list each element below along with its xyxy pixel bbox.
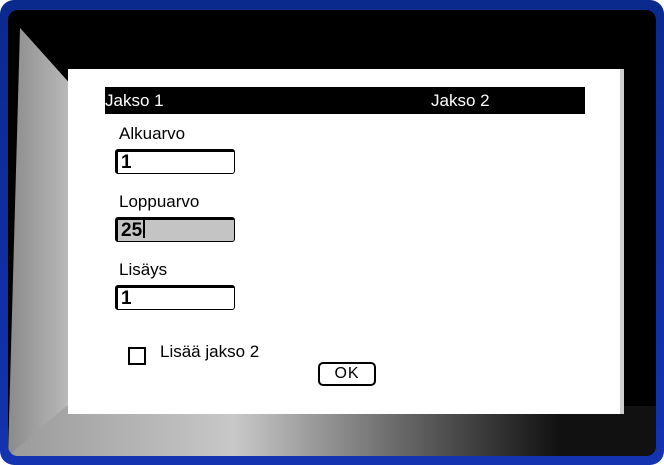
increment-label: Lisäys [119, 260, 168, 279]
bezel-left-shade [8, 27, 68, 456]
start-value-text: 1 [121, 152, 132, 173]
tab-section-1[interactable]: Jakso 1 [105, 87, 164, 114]
screen-bezel: Jakso 1 Jakso 2 Alkuarvo 1 Loppuarvo 25 … [8, 10, 656, 456]
device-screen-frame: Jakso 1 Jakso 2 Alkuarvo 1 Loppuarvo 25 … [0, 0, 664, 465]
tab-section-2[interactable]: Jakso 2 [431, 87, 490, 114]
add-section-2-label[interactable]: Lisää jakso 2 [160, 342, 259, 362]
increment-text: 1 [121, 288, 132, 309]
add-section-2-checkbox[interactable] [128, 347, 146, 365]
end-value-text: 25 [121, 220, 143, 241]
text-caret [143, 220, 146, 238]
end-value-label: Loppuarvo [119, 192, 200, 211]
section-tabs: Jakso 1 Jakso 2 [105, 87, 585, 114]
start-value-input[interactable]: 1 [115, 149, 235, 174]
ok-button[interactable]: OK [318, 362, 376, 386]
increment-input[interactable]: 1 [115, 285, 235, 310]
start-value-label: Alkuarvo [119, 124, 186, 143]
end-value-input[interactable]: 25 [115, 217, 235, 242]
sequence-dialog: Jakso 1 Jakso 2 Alkuarvo 1 Loppuarvo 25 … [68, 69, 624, 414]
